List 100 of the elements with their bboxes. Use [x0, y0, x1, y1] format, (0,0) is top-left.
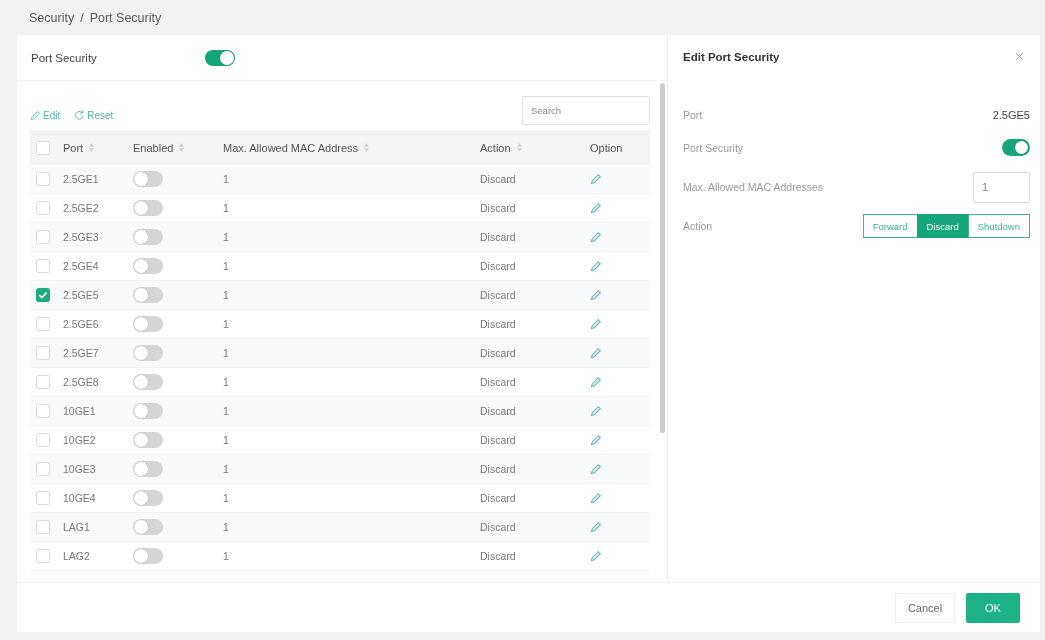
edit-icon[interactable] — [590, 260, 602, 272]
table-cell: Discard — [480, 463, 516, 475]
input-field[interactable]: 1 — [973, 171, 1030, 203]
sort-icon[interactable] — [179, 143, 185, 152]
field-value: 2.5GE5 — [992, 108, 1030, 121]
cancel-button[interactable]: Cancel — [895, 592, 955, 623]
field-label: Port — [683, 108, 703, 121]
table-cell: 1 — [223, 289, 229, 301]
toggle-switch[interactable] — [1002, 139, 1030, 156]
close-icon[interactable] — [1015, 52, 1024, 61]
toggle-switch[interactable] — [133, 229, 163, 245]
toggle-switch[interactable] — [133, 287, 163, 303]
toggle-switch[interactable] — [205, 49, 235, 66]
edit-icon[interactable] — [590, 289, 602, 301]
edit-icon[interactable] — [590, 463, 602, 475]
edit-icon[interactable] — [590, 492, 602, 504]
edit-icon[interactable] — [590, 318, 602, 330]
toggle-switch[interactable] — [133, 490, 163, 506]
toggle-switch[interactable] — [133, 519, 163, 535]
table-cell: Discard — [480, 260, 516, 272]
table-cell: 1 — [223, 173, 229, 185]
table-cell: 1 — [223, 521, 229, 533]
table-cell: 2.5GE3 — [63, 231, 99, 243]
table-cell: Discard — [480, 550, 516, 562]
section-label: Port Security — [31, 51, 98, 64]
panel-title: Edit Port Security — [683, 50, 780, 63]
edit-icon[interactable] — [590, 550, 602, 562]
reset-button[interactable]: Reset — [74, 110, 114, 121]
table-cell: 1 — [223, 492, 229, 504]
breadcrumb-link[interactable]: Security — [29, 10, 75, 25]
table-cell: Discard — [480, 434, 516, 446]
table-cell: 10GE3 — [63, 463, 96, 475]
edit-icon[interactable] — [590, 405, 602, 417]
table-cell: 1 — [223, 463, 229, 475]
toggle-switch[interactable] — [133, 403, 163, 419]
table-cell: LAG2 — [63, 550, 90, 562]
toggle-switch[interactable] — [133, 432, 163, 448]
toggle-switch[interactable] — [133, 171, 163, 187]
table-cell: Discard — [480, 202, 516, 214]
column-header: Action — [480, 141, 511, 154]
toggle-switch[interactable] — [133, 548, 163, 564]
toggle-switch[interactable] — [133, 461, 163, 477]
sort-icon[interactable] — [516, 143, 522, 152]
refresh-icon — [74, 110, 86, 121]
sort-icon[interactable] — [364, 143, 370, 152]
table-cell: LAG1 — [63, 521, 90, 533]
table-cell: 1 — [223, 434, 229, 446]
column-header: Max. Allowed MAC Address — [223, 141, 359, 154]
table-cell: 2.5GE6 — [63, 318, 99, 330]
table-cell: 10GE4 — [63, 492, 96, 504]
breadcrumb-separator: / — [80, 10, 84, 25]
segment-button[interactable]: Forward — [862, 214, 918, 238]
column-header: Port — [63, 141, 84, 154]
edit-icon[interactable] — [590, 521, 602, 533]
edit-icon[interactable] — [590, 173, 602, 185]
table-cell: 1 — [223, 347, 229, 359]
toggle-switch[interactable] — [133, 374, 163, 390]
edit-icon[interactable] — [590, 202, 602, 214]
table-cell: 1 — [223, 405, 229, 417]
table-cell: 10GE1 — [63, 405, 96, 417]
table-cell: 1 — [223, 318, 229, 330]
table-cell: Discard — [480, 405, 516, 417]
field-label: Action — [683, 220, 713, 232]
breadcrumb-current: Port Security — [89, 10, 162, 25]
edit-icon[interactable] — [590, 231, 602, 243]
toggle-switch[interactable] — [133, 258, 163, 274]
sort-icon[interactable] — [89, 143, 95, 152]
table-cell: 10GE2 — [63, 434, 96, 446]
table-cell: 2.5GE4 — [63, 260, 99, 272]
search-field[interactable]: Search — [522, 96, 650, 125]
table-cell: 2.5GE7 — [63, 347, 99, 359]
column-header: Enabled — [133, 141, 174, 154]
table-cell: Discard — [480, 521, 516, 533]
table-cell: Discard — [480, 318, 516, 330]
table-cell: Discard — [480, 289, 516, 301]
table-cell: Discard — [480, 492, 516, 504]
table-cell: Discard — [480, 347, 516, 359]
table-cell: 1 — [223, 202, 229, 214]
field-label: Max. Allowed MAC Addresses — [683, 181, 824, 193]
table-cell: 2.5GE8 — [63, 376, 99, 388]
scrollbar-thumb[interactable] — [660, 83, 665, 433]
table-cell: 2.5GE2 — [63, 202, 99, 214]
table-cell: 2.5GE5 — [63, 289, 99, 301]
ok-button[interactable]: OK — [966, 592, 1020, 623]
edit-icon[interactable] — [590, 376, 602, 388]
table-cell: Discard — [480, 376, 516, 388]
segment-button[interactable]: Discard — [916, 214, 969, 238]
column-header: Option — [590, 141, 623, 154]
edit-icon[interactable] — [590, 434, 602, 446]
edit-button[interactable]: Edit — [30, 110, 61, 121]
toggle-switch[interactable] — [133, 316, 163, 332]
edit-icon[interactable] — [590, 347, 602, 359]
field-label: Port Security — [683, 141, 744, 154]
table-cell: 1 — [223, 550, 229, 562]
toggle-switch[interactable] — [133, 200, 163, 216]
checkbox[interactable] — [36, 288, 50, 302]
segment-button[interactable]: Shutdown — [967, 214, 1030, 238]
toggle-switch[interactable] — [133, 345, 163, 361]
table-cell: Discard — [480, 231, 516, 243]
table-cell: 1 — [223, 260, 229, 272]
